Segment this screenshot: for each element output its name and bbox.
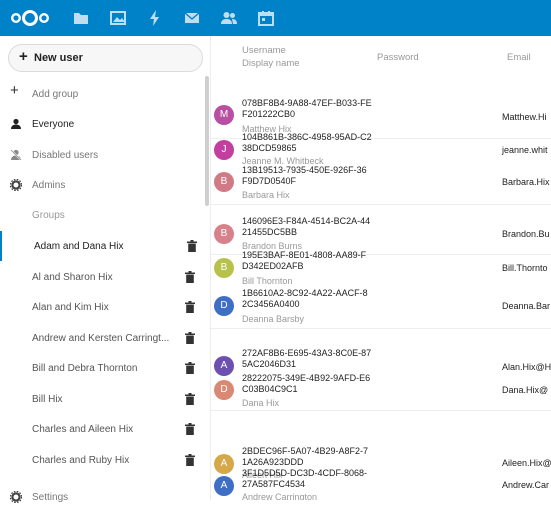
column-header-email[interactable]: Email — [507, 52, 531, 63]
user-id: 104B861B-386C-4958-95AD-C238DCD59865 — [242, 132, 372, 153]
groups-heading: Groups — [32, 210, 65, 221]
trash-icon[interactable] — [185, 332, 195, 344]
sidebar-item-group[interactable]: Andrew and Kersten Carringt... — [0, 323, 205, 353]
trash-icon[interactable] — [185, 423, 195, 435]
gear-icon — [10, 179, 22, 191]
trash-icon[interactable] — [185, 393, 195, 405]
avatar: D — [214, 380, 234, 400]
user-email: jeanne.whit — [502, 145, 548, 155]
display-name: Deanna Barsby — [242, 314, 305, 324]
user-id: 28222075-349E-4B92-9AFD-E6C03B04C9C1 — [242, 373, 371, 394]
sidebar-item-group[interactable]: Al and Sharon Hix — [0, 262, 205, 292]
user-id: 13B19513-7935-450E-926F-36F9D7D0540F — [242, 165, 367, 186]
table-row[interactable]: A 3F1D5D5D-DC3D-4CDF-8068-27A587FC4534 A… — [211, 466, 551, 500]
user-id: 1B6610A2-8C92-4A22-AACF-82C3456A0400 — [242, 288, 368, 309]
disabled-user-icon — [10, 149, 22, 161]
user-email: Dana.Hix@ — [502, 385, 549, 395]
sidebar-item-group[interactable]: Adam and Dana Hix — [0, 231, 207, 261]
trash-icon[interactable] — [187, 240, 197, 252]
calendar-icon[interactable] — [257, 9, 275, 27]
sidebar-scrollbar[interactable] — [205, 76, 209, 206]
user-email: Deanna.Bar — [502, 301, 551, 311]
table-row[interactable]: B 13B19513-7935-450E-926F-36F9D7D0540F B… — [211, 162, 551, 205]
user-email: Andrew.Car — [502, 480, 550, 490]
avatar: J — [214, 140, 234, 160]
sidebar-item-everyone[interactable]: Everyone — [0, 109, 205, 139]
table-row[interactable]: B 195E3BAF-8E01-4808-AA89-FD342ED02AFB B… — [211, 246, 551, 286]
new-user-button[interactable]: + New user — [8, 44, 203, 72]
trash-icon[interactable] — [185, 454, 195, 466]
user-id: 078BF8B4-9A88-47EF-B033-FEF201222CB0 — [242, 98, 372, 119]
column-header-display-name[interactable]: Display name — [242, 58, 300, 69]
add-group-item[interactable]: + Add group — [0, 79, 205, 109]
user-list: Username Display name Password Email M 0… — [211, 36, 551, 500]
user-id: 272AF8B6-E695-43A3-8C0E-875AC2046D31 — [242, 348, 372, 369]
plus-icon: + — [10, 82, 19, 99]
user-icon — [11, 118, 21, 129]
user-id: 195E3BAF-8E01-4808-AA89-FD342ED02AFB — [242, 250, 367, 271]
display-name: Barbara Hix — [242, 190, 290, 200]
sidebar-item-group[interactable]: Charles and Ruby Hix — [0, 445, 205, 475]
sidebar: + New user + Add group Everyone Disabled… — [0, 36, 211, 503]
table-row[interactable]: D 1B6610A2-8C92-4A22-AACF-82C3456A0400 D… — [211, 284, 551, 329]
top-bar — [0, 0, 551, 36]
trash-icon[interactable] — [185, 362, 195, 374]
activity-icon[interactable] — [146, 9, 164, 27]
user-email: Barbara.Hix — [502, 177, 550, 187]
sidebar-item-group[interactable]: Bill and Debra Thornton — [0, 353, 205, 383]
nextcloud-logo[interactable] — [8, 8, 52, 28]
photos-icon[interactable] — [109, 9, 127, 27]
mail-icon[interactable] — [183, 9, 201, 27]
user-id: 146096E3-F84A-4514-BC2A-4421455DC5BB — [242, 216, 371, 237]
user-email: Bill.Thornto — [502, 263, 548, 273]
sidebar-item-group[interactable]: Alan and Kim Hix — [0, 292, 205, 322]
avatar: M — [214, 105, 234, 125]
sidebar-item-settings[interactable]: Settings — [0, 482, 205, 512]
user-id: 3F1D5D5D-DC3D-4CDF-8068-27A587FC4534 — [242, 468, 368, 489]
sidebar-item-group[interactable]: Bill Hix — [0, 384, 205, 414]
table-row[interactable]: D 28222075-349E-4B92-9AFD-E6C03B04C9C1 D… — [211, 370, 551, 411]
contacts-icon[interactable] — [220, 9, 238, 27]
column-header-password[interactable]: Password — [377, 52, 419, 63]
user-email: Brandon.Bu — [502, 229, 550, 239]
display-name: Dana Hix — [242, 398, 280, 408]
user-email: Matthew.Hi — [502, 112, 547, 122]
display-name: Andrew Carrington — [242, 492, 318, 500]
column-header-username[interactable]: Username — [242, 45, 286, 56]
avatar: B — [214, 224, 234, 244]
avatar: D — [214, 296, 234, 316]
trash-icon[interactable] — [185, 301, 195, 313]
sidebar-item-disabled-users[interactable]: Disabled users — [0, 140, 205, 170]
trash-icon[interactable] — [185, 271, 195, 283]
sidebar-item-group[interactable]: Charles and Aileen Hix — [0, 414, 205, 444]
sidebar-item-admins[interactable]: Admins — [0, 170, 205, 200]
gear-icon — [10, 491, 22, 503]
files-icon[interactable] — [72, 9, 90, 27]
plus-icon: + — [19, 48, 28, 65]
avatar: A — [214, 476, 234, 496]
avatar: B — [214, 172, 234, 192]
user-id: 2BDEC96F-5A07-4B29-A8F2-71A26A923DDD — [242, 446, 369, 467]
avatar: B — [214, 258, 234, 278]
